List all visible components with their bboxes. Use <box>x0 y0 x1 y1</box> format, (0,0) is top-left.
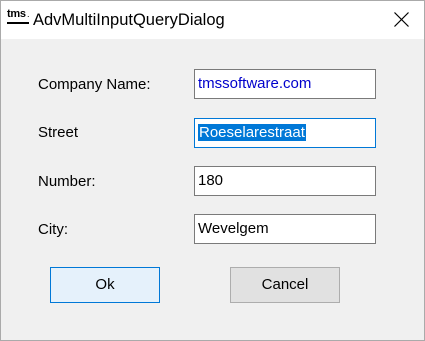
number-value: 180 <box>198 172 224 189</box>
tms-logo-icon: tms . <box>7 8 30 25</box>
city-field[interactable]: Wevelgem <box>194 214 376 244</box>
city-label: City: <box>38 221 68 238</box>
number-field[interactable]: 180 <box>194 166 376 196</box>
window-title: AdvMultiInputQueryDialog <box>33 11 225 29</box>
company-name-field[interactable]: tmssoftware.com <box>194 69 376 99</box>
number-label: Number: <box>38 173 96 190</box>
close-button[interactable] <box>378 1 424 39</box>
company-name-value: tmssoftware.com <box>198 75 312 92</box>
company-name-label: Company Name: <box>38 76 151 93</box>
cancel-button[interactable]: Cancel <box>230 267 340 303</box>
street-label: Street <box>38 124 79 141</box>
tms-logo-text: tms <box>7 8 26 20</box>
title-bar[interactable]: tms . AdvMultiInputQueryDialog <box>1 1 424 39</box>
dialog-window: tms . AdvMultiInputQueryDialog Company N… <box>0 0 425 341</box>
close-icon <box>394 12 409 27</box>
street-value: Roeselarestraat <box>198 124 306 141</box>
ok-button[interactable]: Ok <box>50 267 160 303</box>
city-value: Wevelgem <box>198 220 269 237</box>
street-field[interactable]: Roeselarestraat <box>194 118 376 148</box>
